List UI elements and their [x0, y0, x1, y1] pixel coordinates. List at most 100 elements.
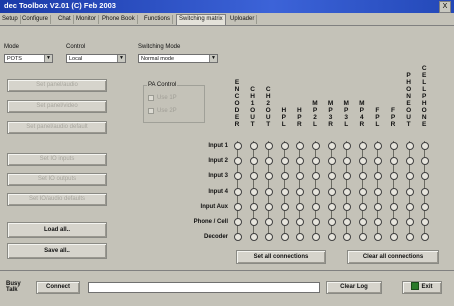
- matrix-connection-node[interactable]: [374, 142, 383, 150]
- matrix-connection-node[interactable]: [280, 157, 289, 166]
- matrix-connection-node[interactable]: [327, 172, 336, 181]
- matrix-connection-node[interactable]: [296, 233, 305, 242]
- matrix-connection-node[interactable]: [343, 142, 352, 150]
- matrix-connection-node[interactable]: [405, 157, 414, 166]
- matrix-connection-node[interactable]: [280, 202, 289, 211]
- matrix-connection-node[interactable]: [234, 202, 242, 211]
- matrix-connection-node[interactable]: [296, 157, 305, 166]
- clear-all-connections-button[interactable]: Clear all connections: [347, 250, 439, 264]
- matrix-connection-node[interactable]: [374, 172, 383, 181]
- matrix-connection-node[interactable]: [358, 142, 367, 150]
- matrix-connection-node[interactable]: [374, 157, 383, 166]
- matrix-connection-node[interactable]: [249, 142, 258, 150]
- matrix-connection-node[interactable]: [280, 142, 289, 150]
- matrix-connection-node[interactable]: [374, 187, 383, 196]
- matrix-connection-node[interactable]: [327, 187, 336, 196]
- matrix-connection-node[interactable]: [296, 172, 305, 181]
- node-ring-icon: [390, 233, 398, 242]
- matrix-connection-node[interactable]: [234, 142, 242, 150]
- matrix-column-header: CH1OUT: [250, 86, 256, 128]
- matrix-connection-node[interactable]: [390, 142, 398, 150]
- matrix-connection-node[interactable]: [327, 157, 336, 166]
- matrix-connection-node[interactable]: [249, 233, 258, 242]
- matrix-connection-node[interactable]: [265, 172, 274, 181]
- matrix-connection-node[interactable]: [405, 218, 414, 226]
- matrix-connection-node[interactable]: [296, 218, 305, 226]
- matrix-connection-node[interactable]: [405, 142, 414, 150]
- set-all-connections-button[interactable]: Set all connections: [236, 250, 326, 264]
- matrix-connection-node[interactable]: [265, 142, 274, 150]
- matrix-connection-node[interactable]: [358, 187, 367, 196]
- matrix-connection-node[interactable]: [296, 142, 305, 150]
- matrix-connection-node[interactable]: [421, 157, 430, 166]
- matrix-connection-node[interactable]: [265, 202, 274, 211]
- matrix-connection-node[interactable]: [296, 202, 305, 211]
- matrix-connection-node[interactable]: [390, 233, 398, 242]
- matrix-connection-node[interactable]: [234, 187, 242, 196]
- matrix-connection-node[interactable]: [374, 202, 383, 211]
- matrix-connection-node[interactable]: [421, 172, 430, 181]
- matrix-connection-node[interactable]: [265, 218, 274, 226]
- matrix-connection-node[interactable]: [312, 202, 320, 211]
- matrix-connection-node[interactable]: [390, 218, 398, 226]
- matrix-connection-node[interactable]: [390, 202, 398, 211]
- exit-button[interactable]: Exit: [402, 281, 442, 294]
- matrix-connection-node[interactable]: [265, 187, 274, 196]
- matrix-connection-node[interactable]: [343, 233, 352, 242]
- matrix-connection-node[interactable]: [312, 142, 320, 150]
- matrix-connection-node[interactable]: [421, 233, 430, 242]
- matrix-connection-node[interactable]: [343, 172, 352, 181]
- matrix-connection-node[interactable]: [343, 157, 352, 166]
- matrix-connection-node[interactable]: [405, 172, 414, 181]
- matrix-connection-node[interactable]: [405, 202, 414, 211]
- matrix-connection-node[interactable]: [312, 157, 320, 166]
- matrix-connection-node[interactable]: [358, 218, 367, 226]
- matrix-connection-node[interactable]: [327, 202, 336, 211]
- matrix-connection-node[interactable]: [280, 218, 289, 226]
- matrix-connection-node[interactable]: [312, 187, 320, 196]
- matrix-connection-node[interactable]: [343, 187, 352, 196]
- matrix-connection-node[interactable]: [390, 157, 398, 166]
- matrix-connection-node[interactable]: [312, 233, 320, 242]
- node-ring-icon: [249, 233, 258, 242]
- matrix-connection-node[interactable]: [249, 172, 258, 181]
- matrix-connection-node[interactable]: [358, 172, 367, 181]
- matrix-connection-node[interactable]: [296, 187, 305, 196]
- matrix-connection-node[interactable]: [374, 233, 383, 242]
- matrix-connection-node[interactable]: [249, 202, 258, 211]
- matrix-connection-node[interactable]: [343, 202, 352, 211]
- matrix-connection-node[interactable]: [358, 202, 367, 211]
- matrix-connection-node[interactable]: [327, 233, 336, 242]
- matrix-connection-node[interactable]: [327, 142, 336, 150]
- matrix-connection-node[interactable]: [405, 233, 414, 242]
- matrix-connection-node[interactable]: [390, 172, 398, 181]
- matrix-connection-node[interactable]: [234, 218, 242, 226]
- matrix-connection-node[interactable]: [421, 202, 430, 211]
- matrix-connection-node[interactable]: [249, 157, 258, 166]
- matrix-connection-node[interactable]: [280, 187, 289, 196]
- matrix-connection-node[interactable]: [280, 172, 289, 181]
- matrix-connection-node[interactable]: [421, 218, 430, 226]
- matrix-connection-node[interactable]: [234, 233, 242, 242]
- matrix-connection-node[interactable]: [405, 187, 414, 196]
- matrix-connection-node[interactable]: [374, 218, 383, 226]
- matrix-connection-node[interactable]: [249, 218, 258, 226]
- matrix-connection-node[interactable]: [343, 218, 352, 226]
- matrix-connection-node[interactable]: [249, 187, 258, 196]
- matrix-connection-node[interactable]: [234, 172, 242, 181]
- matrix-connection-node[interactable]: [312, 172, 320, 181]
- matrix-connection-node[interactable]: [327, 218, 336, 226]
- matrix-connection-node[interactable]: [358, 157, 367, 166]
- matrix-connection-node[interactable]: [265, 157, 274, 166]
- matrix-connection-node[interactable]: [358, 233, 367, 242]
- connect-button[interactable]: Connect: [36, 281, 80, 294]
- matrix-connection-node[interactable]: [234, 157, 242, 166]
- log-field[interactable]: [88, 282, 320, 293]
- matrix-connection-node[interactable]: [421, 142, 430, 150]
- matrix-connection-node[interactable]: [390, 187, 398, 196]
- clear-log-button[interactable]: Clear Log: [326, 281, 382, 294]
- matrix-connection-node[interactable]: [280, 233, 289, 242]
- matrix-connection-node[interactable]: [312, 218, 320, 226]
- matrix-connection-node[interactable]: [421, 187, 430, 196]
- matrix-connection-node[interactable]: [265, 233, 274, 242]
